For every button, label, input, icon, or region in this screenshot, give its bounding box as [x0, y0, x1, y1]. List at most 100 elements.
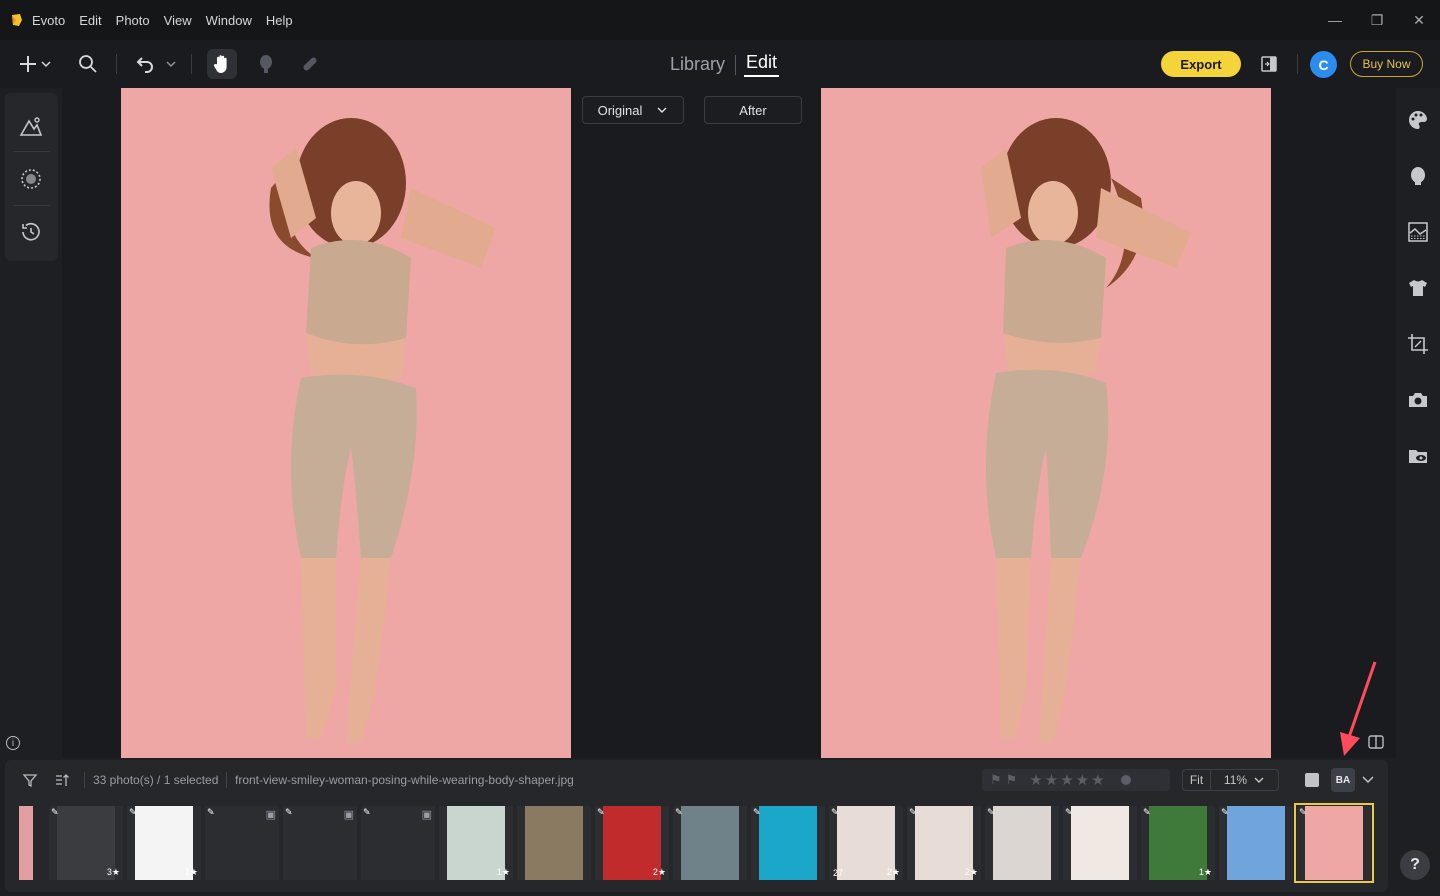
thumbnail[interactable]: ✎ [1219, 806, 1293, 880]
photo-count-text: 33 photo(s) / 1 selected [93, 773, 219, 787]
view-options-chevron-icon[interactable] [1361, 770, 1375, 788]
menu-photo[interactable]: Photo [116, 13, 150, 28]
compare-panel-icon[interactable] [1256, 50, 1284, 78]
left-tool-panel [5, 93, 58, 261]
after-photo[interactable] [821, 88, 1271, 758]
shirt-icon[interactable] [1404, 274, 1432, 302]
thumbnail[interactable]: ✎ [1063, 806, 1137, 880]
close-button[interactable]: ✕ [1398, 0, 1440, 40]
original-dropdown-label: Original [597, 102, 643, 118]
thumbnail[interactable]: ✎ 1★ [127, 806, 201, 880]
edited-pencil-icon: ✎ [51, 807, 59, 817]
info-icon[interactable]: i [6, 736, 20, 750]
export-button[interactable]: Export [1161, 51, 1241, 77]
edited-pencil-icon: ✎ [1143, 807, 1151, 817]
thumbnail[interactable]: ✎ [985, 806, 1059, 880]
history-icon[interactable] [17, 218, 45, 246]
flag-icon[interactable]: ⚑ [990, 772, 1002, 788]
zoom-fit-button[interactable]: Fit [1183, 770, 1211, 790]
image-placeholder-icon: ▣ [421, 809, 432, 821]
app-name[interactable]: Evoto [32, 13, 65, 28]
thumbnail[interactable]: ✎ 2★ [907, 806, 981, 880]
filename-text: front-view-smiley-woman-posing-while-wea… [235, 773, 574, 787]
thumbnail-image [681, 806, 739, 880]
hand-icon[interactable] [207, 49, 237, 79]
face-icon[interactable] [1404, 162, 1432, 190]
thumbnail[interactable]: ▣ ✎ [361, 806, 435, 880]
maximize-button[interactable]: ❐ [1356, 0, 1398, 40]
thumbnail-image [525, 806, 583, 880]
original-dropdown[interactable]: Original [582, 96, 684, 124]
mask-brush-icon[interactable] [252, 50, 280, 78]
crop-icon[interactable] [1404, 330, 1432, 358]
user-avatar[interactable]: C [1310, 51, 1337, 78]
thumbnail-rating: 2★ [652, 867, 666, 877]
model-figure-original [269, 118, 496, 743]
thumbnail[interactable]: ▣ ✎ [283, 806, 357, 880]
edited-pencil-icon: ✎ [1221, 807, 1229, 817]
thumbnail[interactable]: ✎ 2★ [595, 806, 669, 880]
menu-window[interactable]: Window [206, 13, 252, 28]
edited-pencil-icon: ✎ [987, 807, 995, 817]
thumbnail[interactable]: ✎ [673, 806, 747, 880]
thumbnail[interactable]: 1★ [439, 806, 513, 880]
thumbnail[interactable]: ▣ ✎ [205, 806, 279, 880]
minimize-button[interactable]: — [1314, 0, 1356, 40]
thumbnail-image [759, 806, 817, 880]
thumbnail[interactable] [517, 806, 591, 880]
thumbnail-rating: 1★ [184, 867, 198, 877]
filter-icon[interactable] [22, 772, 38, 788]
image-placeholder-icon: ▣ [343, 809, 354, 821]
rating-filter[interactable]: ⚑ ⚑ ★★★★★ [982, 769, 1170, 791]
mountain-adjust-icon[interactable] [17, 113, 45, 141]
filmstrip-header: 33 photo(s) / 1 selected front-view-smil… [5, 760, 1388, 800]
menu-help[interactable]: Help [266, 13, 293, 28]
sort-icon[interactable] [54, 772, 70, 788]
original-photo[interactable] [121, 88, 571, 758]
edited-pencil-icon: ✎ [207, 807, 215, 817]
tab-library[interactable]: Library [668, 54, 727, 75]
thumbnail-rating: 3★ [106, 867, 120, 877]
add-dropdown-chevron-icon[interactable] [38, 50, 54, 78]
edited-pencil-icon: ✎ [675, 807, 683, 817]
palette-icon[interactable] [1404, 106, 1432, 134]
model-figure-after [981, 118, 1191, 743]
single-view-icon[interactable] [1305, 773, 1319, 787]
help-button[interactable]: ? [1400, 850, 1430, 880]
undo-dropdown-chevron-icon[interactable] [163, 50, 179, 78]
star-rating-icon[interactable]: ★★★★★ [1029, 771, 1106, 789]
background-icon[interactable] [1404, 218, 1432, 246]
thumbnail[interactable]: ✎ [1294, 803, 1374, 883]
menu-edit[interactable]: Edit [79, 13, 101, 28]
edited-pencil-icon: ✎ [129, 807, 137, 817]
zoom-value: 11% [1223, 773, 1248, 787]
ai-select-icon[interactable] [17, 165, 45, 193]
edited-pencil-icon: ✎ [909, 807, 917, 817]
thumbnail[interactable]: ✎ 1★ [1141, 806, 1215, 880]
undo-icon[interactable] [131, 50, 159, 78]
thumbnail[interactable]: ✎ 2★ 27 [829, 806, 903, 880]
thumbnail-image [1227, 806, 1285, 880]
buy-now-button[interactable]: Buy Now [1350, 51, 1423, 77]
menu-view[interactable]: View [164, 13, 192, 28]
search-icon[interactable] [74, 50, 102, 78]
flag-reject-icon[interactable]: ⚑ [1006, 772, 1018, 788]
thumbnail-image [19, 806, 33, 880]
edited-pencil-icon: ✎ [753, 807, 761, 817]
folder-eye-icon[interactable] [1404, 442, 1432, 470]
zoom-dropdown[interactable]: 11% [1211, 773, 1278, 787]
edited-pencil-icon: ✎ [285, 807, 293, 817]
thumbnail[interactable]: ✎ [751, 806, 825, 880]
bandage-icon[interactable] [296, 50, 324, 78]
zoom-control[interactable]: Fit 11% [1182, 769, 1279, 791]
thumbnail[interactable] [19, 806, 33, 880]
thumbnail-count: 27 [833, 868, 844, 878]
color-label-icon[interactable] [1120, 775, 1131, 785]
mode-tabs: Library Edit [668, 52, 780, 77]
tab-edit[interactable]: Edit [744, 52, 780, 77]
before-after-view-button[interactable]: BA [1331, 768, 1355, 792]
thumbnail[interactable]: ✎ 3★ [49, 806, 123, 880]
camera-icon[interactable] [1404, 386, 1432, 414]
filmstrip-panel: 33 photo(s) / 1 selected front-view-smil… [5, 760, 1388, 892]
after-label[interactable]: After [704, 96, 802, 124]
